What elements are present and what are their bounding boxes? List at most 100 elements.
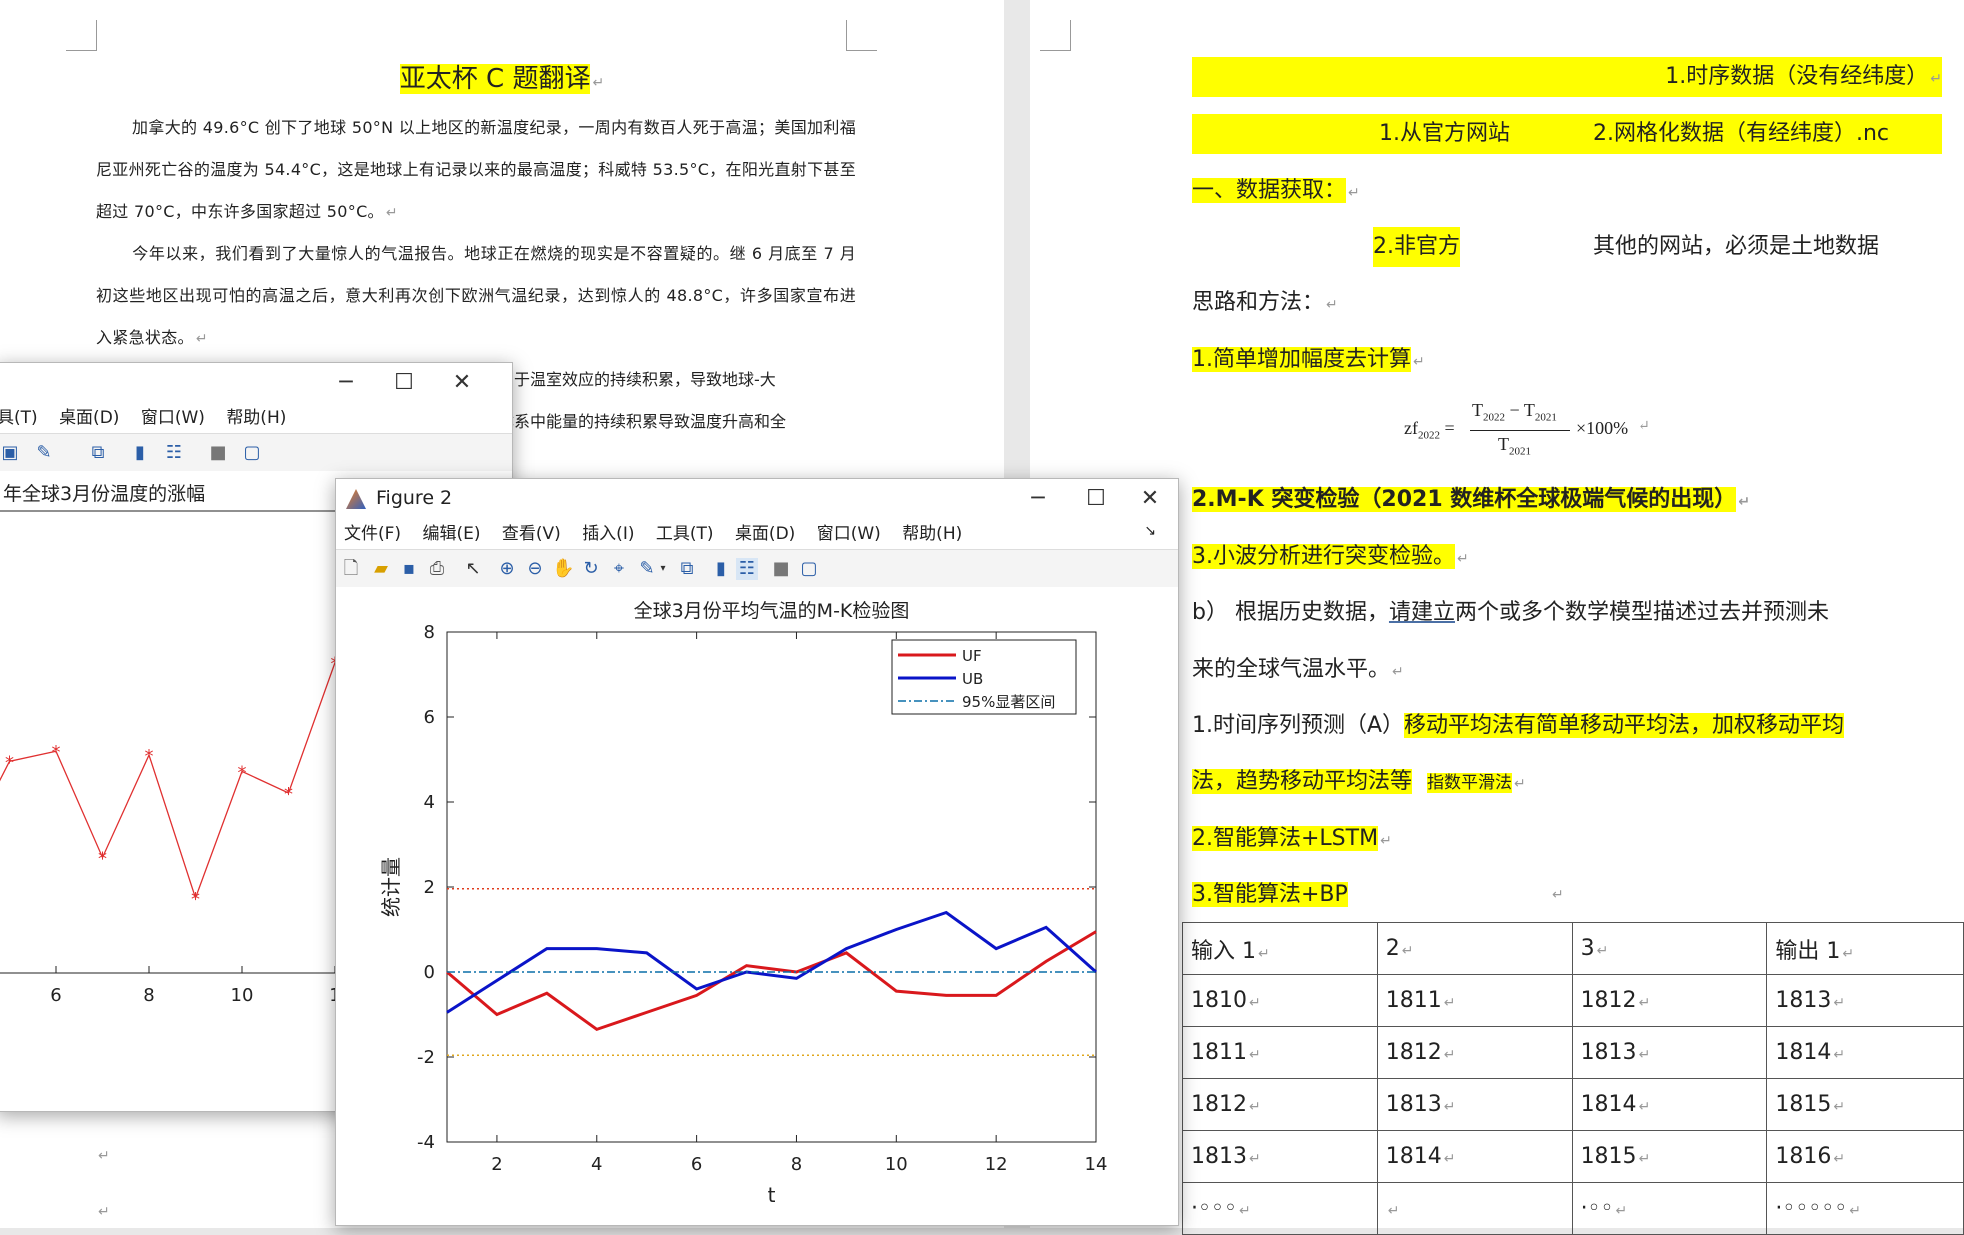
line-question-b[interactable]: b） 根据历史数据，请建立两个或多个数学模型描述过去并预测未	[1192, 593, 1829, 633]
window-titlebar[interactable]: Figure 2 ─ ☐ ✕	[336, 479, 1178, 519]
window-titlebar[interactable]: ─ ☐ ✕	[0, 363, 512, 403]
line-mk-test[interactable]: 2.M-K 突变检验（2021 数维杯全球极端气候的出现） ↵	[1192, 480, 1750, 520]
paragraph-1[interactable]: 加拿大的 49.6°C 创下了地球 50°N 以上地区的新温度纪录，一周内有数百…	[96, 107, 856, 234]
pan-icon[interactable]: ✋	[552, 558, 574, 580]
line-wavelet[interactable]: 3.小波分析进行突变检验。 ↵	[1192, 537, 1469, 577]
table-cell[interactable]: 1812 ↵	[1182, 1078, 1378, 1131]
maximize-button[interactable]: ☐	[376, 363, 432, 403]
data-cursor-icon[interactable]: ⌖	[608, 558, 630, 580]
menu-tools[interactable]: 具(T)	[0, 408, 38, 428]
paragraph-mark: ↵	[1638, 419, 1650, 434]
link-plot-icon[interactable]: ⧉	[87, 442, 109, 464]
table-cell[interactable]: 1812 ↵	[1376, 1026, 1573, 1079]
menu-edit[interactable]: 编辑(E)	[422, 524, 480, 544]
menu-tools[interactable]: 工具(T)	[656, 524, 714, 544]
paragraph-3-fragment[interactable]: 由于温室效应的持续积累，导致地球-大 体系中能量的持续积累导致温度升高和全	[498, 359, 786, 443]
line-moving-average[interactable]: 法，趋势移动平均法等 指数平滑法 ↵	[1192, 762, 1526, 802]
menu-help[interactable]: 帮助(H)	[226, 408, 286, 428]
table-cell[interactable]: ·◦◦◦◦◦ ↵	[1766, 1182, 1964, 1235]
table-cell[interactable]: ·◦◦◦ ↵	[1182, 1182, 1378, 1235]
close-button[interactable]: ✕	[434, 363, 490, 403]
table-cell[interactable]: 1815 ↵	[1766, 1078, 1964, 1131]
table-cell[interactable]: 1810 ↵	[1182, 974, 1378, 1027]
figure-2-window[interactable]: Figure 2 ─ ☐ ✕ 文件(F) 编辑(E) 查看(V) 插入(I) 工…	[335, 478, 1179, 1226]
line-data-sources[interactable]: 1.从官方网站 2.网格化数据（有经纬度）.nc	[1192, 114, 1942, 154]
legend-icon[interactable]: ☷	[163, 442, 185, 464]
zoom-out-icon[interactable]: ⊖	[524, 558, 546, 580]
increase-formula[interactable]: zf2022 = T2022 − T2021 T2021 ×100% ↵	[1400, 398, 1660, 464]
line-text: 2.非官方	[1373, 227, 1460, 267]
heading-approach[interactable]: 思路和方法： ↵	[1192, 283, 1338, 323]
paragraph-2[interactable]: 今年以来，我们看到了大量惊人的气温报告。地球正在燃烧的现实是不容置疑的。继 6 …	[96, 233, 856, 360]
line-text: 1.时序数据（没有经纬度）	[1665, 64, 1929, 89]
open-file-icon[interactable]: ▰	[370, 558, 392, 580]
menu-help[interactable]: 帮助(H)	[902, 524, 962, 544]
colorbar-icon[interactable]: ▮	[710, 558, 732, 580]
table-cell[interactable]: 1812 ↵	[1571, 974, 1768, 1027]
minimize-button[interactable]: ─	[318, 363, 374, 403]
cell-text: 1812	[1385, 1040, 1442, 1065]
menu-insert[interactable]: 插入(I)	[582, 524, 634, 544]
table-cell[interactable]: 3 ↵	[1571, 922, 1768, 975]
document-title[interactable]: 亚太杯 C 题翻译 ↵	[0, 58, 1004, 95]
edit-plot-pointer-icon[interactable]: ↖	[462, 558, 484, 580]
table-cell[interactable]: 输入 1 ↵	[1182, 922, 1378, 975]
figure-2-canvas[interactable]: 全球3月份平均气温的M-K检验图 2 4 6 8 10 12 14 -4 -2 0 2 4 6 8 t 统计量 U…	[336, 587, 1178, 1225]
show-tools-icon[interactable]: ▢	[241, 442, 263, 464]
rotate-3d-icon[interactable]: ↻	[580, 558, 602, 580]
paragraph-mark: ↵	[1457, 551, 1469, 567]
save-icon[interactable]: ▪	[398, 558, 420, 580]
hide-tools-icon[interactable]: ■	[770, 558, 792, 580]
brush-icon[interactable]: ✎	[33, 442, 55, 464]
heading-data-acquisition[interactable]: 一、数据获取： ↵	[1192, 171, 1360, 211]
link-plot-icon[interactable]: ⧉	[676, 558, 698, 580]
menu-file[interactable]: 文件(F)	[344, 524, 401, 544]
line-bp[interactable]: 3.智能算法+BP ↵	[1192, 875, 1564, 915]
legend-icon[interactable]: ☷	[736, 558, 758, 580]
table-cell[interactable]: 1814 ↵	[1766, 1026, 1964, 1079]
menu-desktop[interactable]: 桌面(D)	[59, 408, 119, 428]
line-text: 法，趋势移动平均法等	[1192, 769, 1413, 794]
close-button[interactable]: ✕	[1122, 479, 1178, 519]
zoom-in-icon[interactable]: ⊕	[496, 558, 518, 580]
line-method-1[interactable]: 1.简单增加幅度去计算 ↵	[1192, 340, 1425, 380]
paragraph-mark: ↵	[385, 205, 398, 221]
line-lstm[interactable]: 2.智能算法+LSTM ↵	[1192, 819, 1392, 859]
colorbar-icon[interactable]: ▮	[129, 442, 151, 464]
print-icon[interactable]: ⎙	[426, 558, 448, 580]
x-tick-label: 10	[231, 985, 254, 1006]
table-cell[interactable]: 1813 ↵	[1376, 1078, 1573, 1131]
table-cell[interactable]: 1813 ↵	[1182, 1130, 1378, 1183]
data-point-marker: *	[52, 742, 61, 763]
new-figure-icon[interactable]: 🗋	[340, 558, 362, 580]
table-cell[interactable]: ·◦◦ ↵	[1571, 1182, 1768, 1235]
table-cell[interactable]: 1814 ↵	[1571, 1078, 1768, 1131]
line-timeseries-data[interactable]: 1.时序数据（没有经纬度） ↵	[1192, 57, 1942, 97]
dock-arrow-icon[interactable]: ↘	[1144, 523, 1156, 539]
table-cell[interactable]: 1813 ↵	[1571, 1026, 1768, 1079]
y-axis-label: 统计量	[379, 857, 403, 917]
table-cell[interactable]: 1811 ↵	[1182, 1026, 1378, 1079]
menu-view[interactable]: 查看(V)	[502, 524, 561, 544]
brush-dropdown-icon[interactable]: ▾	[652, 558, 674, 580]
table-cell[interactable]: 2 ↵	[1376, 922, 1573, 975]
cell-text: 1812	[1191, 1092, 1247, 1117]
line-question-b-cont[interactable]: 来的全球气温水平。 ↵	[1192, 650, 1404, 690]
minimize-button[interactable]: ─	[1010, 479, 1066, 519]
table-cell[interactable]: 1814 ↵	[1376, 1130, 1573, 1183]
show-tools-icon[interactable]: ▢	[798, 558, 820, 580]
line-timeseries-forecast[interactable]: 1.时间序列预测（A）移动平均法有简单移动平均法，加权移动平均	[1192, 706, 1845, 746]
table-cell[interactable]: 输出 1 ↵	[1766, 922, 1964, 975]
table-cell[interactable]: ↵	[1376, 1182, 1573, 1235]
menu-window[interactable]: 窗口(W)	[141, 408, 205, 428]
data-tips-icon[interactable]: ▣	[0, 442, 21, 464]
table-cell[interactable]: 1811 ↵	[1376, 974, 1573, 1027]
table-cell[interactable]: 1813 ↵	[1766, 974, 1964, 1027]
menu-desktop[interactable]: 桌面(D)	[735, 524, 795, 544]
table-cell[interactable]: 1815 ↵	[1571, 1130, 1768, 1183]
menu-window[interactable]: 窗口(W)	[817, 524, 881, 544]
hide-tools-icon[interactable]: ■	[207, 442, 229, 464]
maximize-button[interactable]: ☐	[1068, 479, 1124, 519]
table-cell[interactable]: 1816 ↵	[1766, 1130, 1964, 1183]
paragraph-mark: ↵	[1380, 833, 1392, 849]
